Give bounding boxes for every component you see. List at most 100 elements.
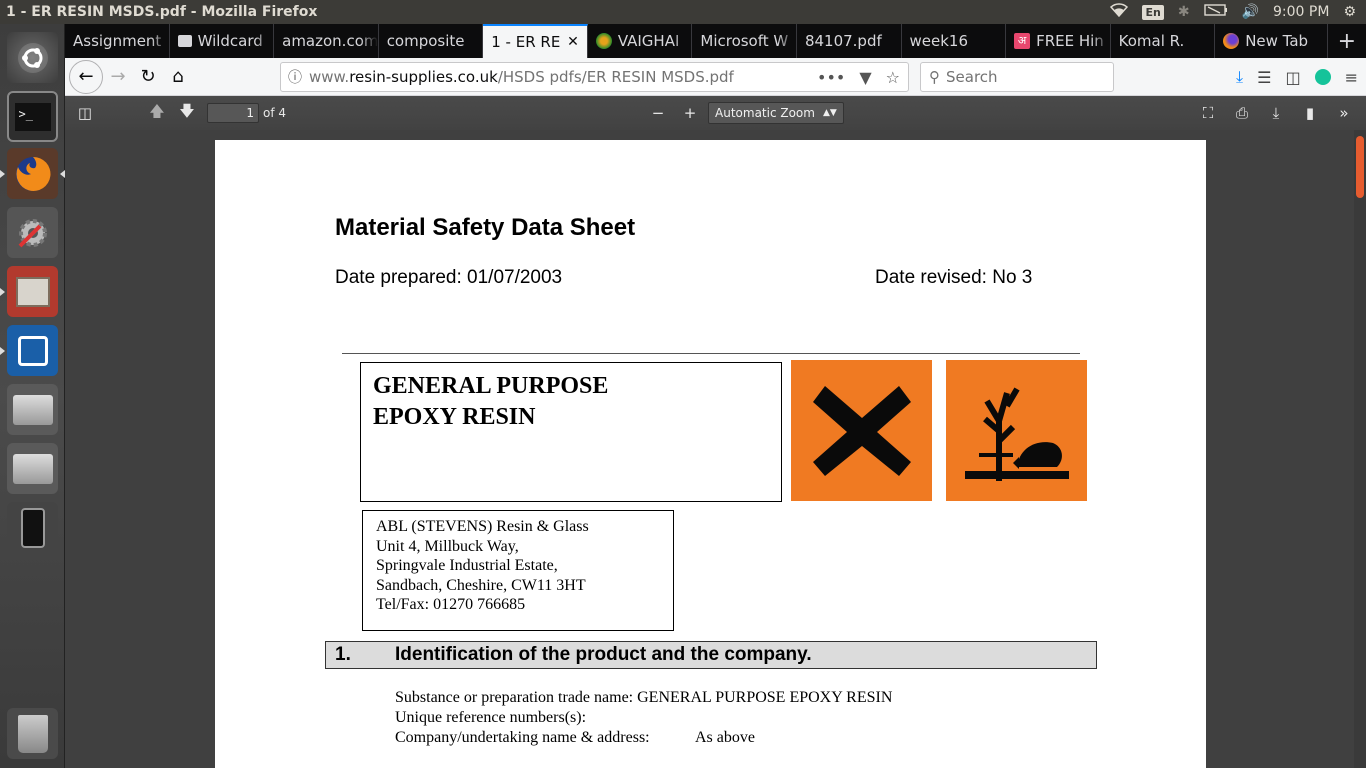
volume-icon[interactable]: 🔊 — [1242, 4, 1259, 20]
zoom-select[interactable]: Automatic Zoom ▲▼ — [708, 102, 844, 124]
trash-icon[interactable] — [7, 708, 58, 759]
tab-new-tab[interactable]: New Tab — [1215, 24, 1328, 58]
firefox-icon[interactable] — [7, 148, 58, 199]
search-placeholder: Search — [946, 68, 998, 86]
reload-button[interactable]: ↻ — [133, 62, 163, 92]
window-title: 1 - ER RESIN MSDS.pdf - Mozilla Firefox — [6, 4, 318, 20]
firefox-icon — [1223, 33, 1240, 49]
url-bar[interactable]: ⓘ www. resin-supplies.co.uk/HSDS pdfs/ER … — [280, 62, 909, 92]
search-input[interactable]: ⚲ Search — [920, 62, 1114, 92]
tab-free-hindi[interactable]: अ FREE Hin — [1006, 24, 1111, 58]
product-name-line1: GENERAL PURPOSE — [373, 373, 609, 399]
tab-komal[interactable]: Komal R. — [1111, 24, 1216, 58]
tab-composite[interactable]: composite — [379, 24, 484, 58]
zoom-out-icon[interactable]: − — [646, 101, 670, 125]
unique-reference: Unique reference numbers(s): — [395, 709, 587, 726]
phone-icon[interactable] — [7, 502, 58, 553]
zoom-in-icon[interactable]: + — [678, 101, 702, 125]
document-title: Material Safety Data Sheet — [335, 214, 636, 241]
tab-label: Wildcard — [197, 32, 263, 50]
new-tab-button[interactable]: + — [1328, 24, 1366, 58]
navigation-toolbar: ← → ↻ ⌂ ⓘ www. resin-supplies.co.uk/HSDS … — [65, 58, 1366, 96]
drive-icon-2[interactable] — [7, 443, 58, 494]
downloads-icon[interactable]: ⤓ — [1236, 67, 1243, 87]
tab-vaighai[interactable]: VAIGHAI — [588, 24, 693, 58]
grammarly-icon[interactable] — [1314, 69, 1331, 85]
scrollbar-thumb[interactable] — [1356, 136, 1364, 198]
tab-assignment[interactable]: Assignment — [65, 24, 170, 58]
address-line: ABL (STEVENS) Resin & Glass — [376, 518, 589, 535]
url-host: resin-supplies.co.uk — [349, 68, 498, 86]
date-prepared: Date prepared: 01/07/2003 — [335, 267, 563, 288]
files-icon[interactable] — [7, 266, 58, 317]
next-page-icon[interactable]: 🡇 — [175, 101, 199, 125]
back-button[interactable]: ← — [69, 59, 103, 94]
chevron-down-icon: ▲▼ — [822, 108, 837, 118]
system-settings-icon[interactable] — [7, 207, 58, 258]
tab-label: VAIGHAI — [617, 32, 680, 50]
tab-amazon[interactable]: amazon.com — [274, 24, 379, 58]
pdf-viewer[interactable]: Material Safety Data Sheet Date prepared… — [65, 130, 1366, 768]
battery-icon[interactable] — [1203, 4, 1228, 20]
terminal-icon[interactable]: >_ — [7, 91, 58, 142]
company-name-label: Company/undertaking name & address: — [395, 729, 650, 746]
date-revised: Date revised: No 3 — [875, 267, 1033, 288]
page-number-input[interactable]: 1 — [207, 103, 259, 123]
section-number: 1. — [335, 644, 351, 665]
close-tab-icon[interactable]: ✕ — [567, 34, 579, 50]
presentation-mode-icon[interactable]: ⛶ — [1196, 101, 1220, 125]
app-icon[interactable] — [7, 325, 58, 376]
download-icon[interactable]: ⤓ — [1264, 101, 1288, 125]
url-path: /HSDS pdfs/ER RESIN MSDS.pdf — [497, 68, 734, 86]
bookmark-star-icon[interactable]: ☆ — [886, 68, 900, 87]
tab-label: 84107.pdf — [804, 32, 882, 50]
section-1-heading: 1. Identification of the product and the… — [325, 641, 1097, 669]
previous-page-icon[interactable]: 🡅 — [145, 101, 169, 125]
home-button[interactable]: ⌂ — [163, 62, 193, 92]
bookmark-icon[interactable]: ▮ — [1298, 101, 1322, 125]
product-name-box: GENERAL PURPOSE EPOXY RESIN — [360, 362, 782, 502]
bluetooth-icon[interactable]: ✱ — [1178, 4, 1190, 20]
book-icon — [177, 35, 192, 47]
site-info-icon[interactable]: ⓘ — [281, 67, 309, 87]
sidebar-icon[interactable]: ◫ — [1285, 68, 1300, 87]
search-icon: ⚲ — [929, 68, 940, 86]
company-name-value: As above — [695, 729, 755, 746]
settings-gear-icon[interactable]: ⚙ — [1343, 4, 1356, 20]
sidebar-toggle-icon[interactable]: ◫ — [73, 101, 97, 125]
pocket-icon[interactable]: ▼ — [859, 68, 871, 87]
print-icon[interactable]: ⎙ — [1230, 101, 1254, 125]
tab-week16[interactable]: week16 — [902, 24, 1007, 58]
tab-microsoft[interactable]: Microsoft W — [692, 24, 797, 58]
clock[interactable]: 9:00 PM — [1273, 4, 1329, 20]
library-icon[interactable]: ☰ — [1257, 68, 1271, 87]
tab-label: Microsoft W — [700, 32, 789, 50]
tab-er-resin[interactable]: 1 - ER RESIN ✕ — [483, 24, 588, 58]
page-actions-icon[interactable]: ••• — [817, 68, 845, 87]
address-line: Unit 4, Millbuck Way, — [376, 537, 519, 555]
forward-button[interactable]: → — [103, 62, 133, 92]
launcher: >_ — [0, 24, 65, 768]
system-top-bar: 1 - ER RESIN MSDS.pdf - Mozilla Firefox … — [0, 0, 1366, 24]
address-line: Tel/Fax: 01270 766685 — [376, 596, 526, 613]
menu-icon[interactable]: ≡ — [1345, 68, 1358, 87]
tab-wildcard[interactable]: Wildcard — [170, 24, 275, 58]
trade-name: Substance or preparation trade name: GEN… — [395, 689, 893, 706]
product-name-line2: EPOXY RESIN — [373, 404, 536, 430]
harmful-hazard-symbol-icon — [791, 360, 932, 501]
wifi-icon[interactable] — [1110, 3, 1129, 21]
tab-label: New Tab — [1245, 32, 1309, 50]
tab-84107-pdf[interactable]: 84107.pdf — [797, 24, 902, 58]
tab-label: Assignment — [73, 32, 162, 50]
page-count: of 4 — [263, 106, 287, 120]
ubuntu-dash-icon[interactable] — [7, 32, 58, 83]
divider — [342, 353, 1080, 354]
tab-strip: Assignment Wildcard amazon.com composite… — [65, 24, 1366, 58]
leaf-icon — [595, 33, 612, 49]
keyboard-layout-indicator[interactable]: En — [1142, 4, 1164, 20]
tools-icon[interactable]: » — [1332, 101, 1356, 125]
hindi-icon: अ — [1014, 33, 1031, 49]
scrollbar[interactable] — [1354, 130, 1366, 768]
pdf-page: Material Safety Data Sheet Date prepared… — [215, 140, 1206, 768]
drive-icon[interactable] — [7, 384, 58, 435]
